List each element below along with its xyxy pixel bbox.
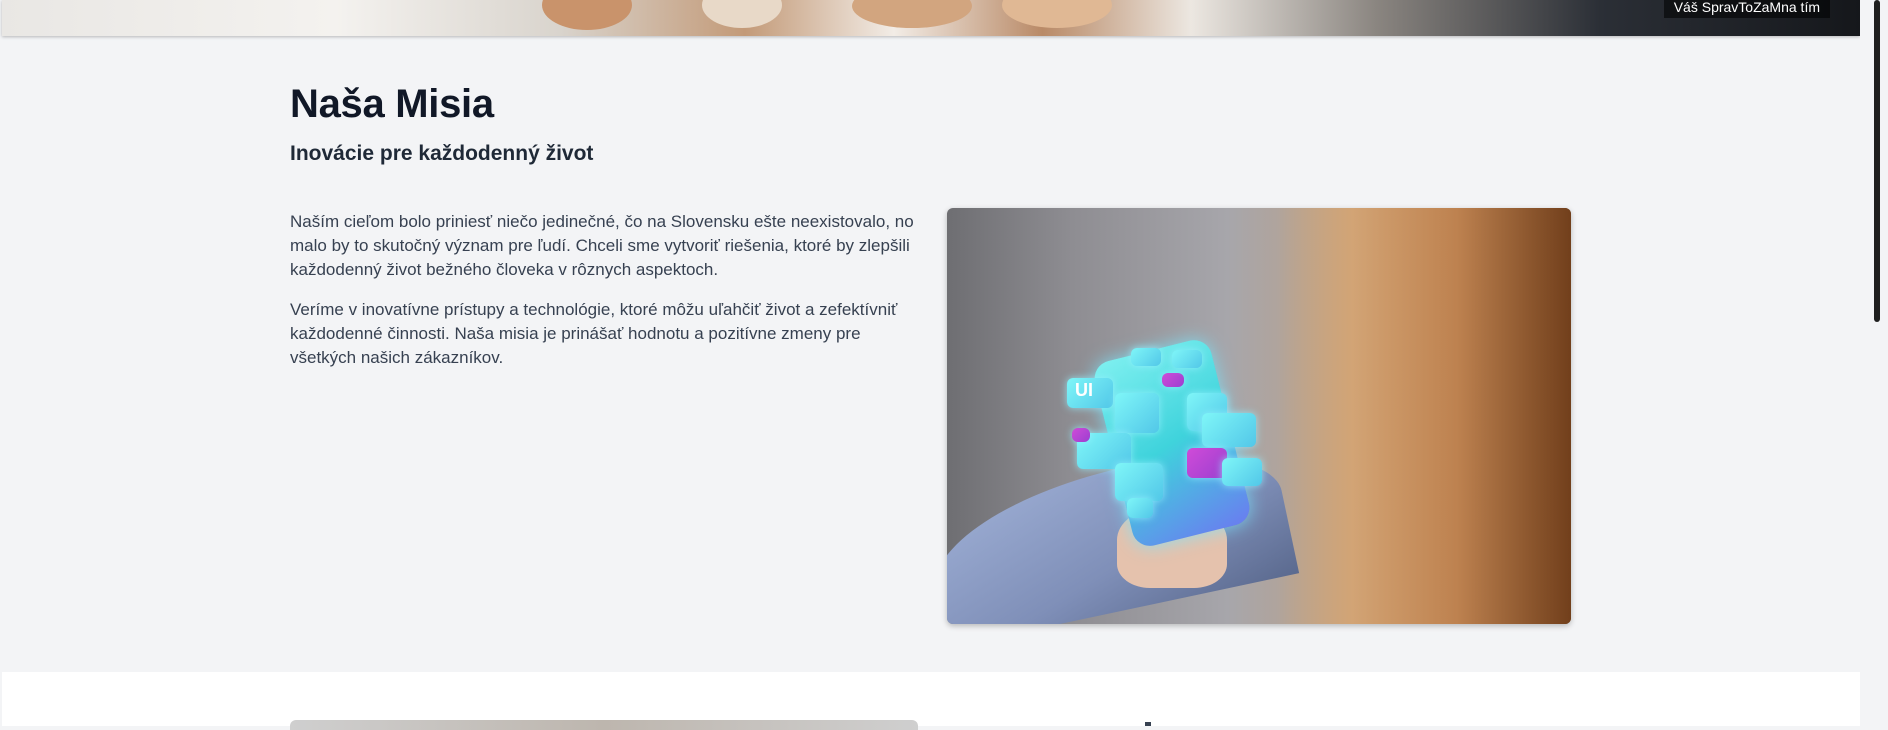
hero-image-strip: Váš SpravToZaMna tím	[2, 0, 1860, 36]
hero-photo-hand	[852, 0, 972, 28]
hero-caption: Váš SpravToZaMna tím	[1663, 0, 1830, 18]
photo-hair	[1277, 208, 1571, 624]
app-tile-icon	[1222, 458, 1262, 486]
ui-tile-label: UI	[1075, 380, 1093, 400]
app-tile-icon	[1072, 428, 1090, 442]
scrollbar-thumb[interactable]	[1874, 0, 1880, 322]
mission-paragraph: Veríme v inovatívne prístupy a technológ…	[290, 300, 898, 367]
app-tile-icon	[1162, 373, 1184, 387]
mission-section: Naša Misia Inovácie pre každodenný život	[290, 80, 1572, 168]
chart-tile-icon	[1115, 463, 1163, 501]
mission-title: Naša Misia	[290, 82, 494, 126]
next-section	[2, 672, 1860, 730]
hero-photo-hand	[1002, 0, 1112, 28]
next-section-image	[290, 720, 918, 730]
document-tile-icon	[1202, 413, 1256, 447]
next-section-text-fragment	[1145, 722, 1151, 726]
app-tile-icon	[1127, 498, 1153, 518]
vertical-scrollbar[interactable]	[1860, 0, 1888, 726]
app-tile-icon	[1172, 350, 1202, 368]
mission-subtitle: Inovácie pre každodenný život	[290, 142, 594, 165]
hero-photo-hand	[702, 0, 782, 28]
user-tile-icon	[1115, 393, 1159, 433]
hero-photo-hand	[542, 0, 632, 30]
mission-image: UI	[947, 208, 1571, 624]
app-tile-icon	[1131, 348, 1161, 366]
mission-text: Naším cieľom bolo priniesť niečo jedineč…	[290, 210, 920, 386]
mission-paragraph: Naším cieľom bolo priniesť niečo jedineč…	[290, 212, 914, 279]
cursor-tile-icon	[1187, 448, 1227, 478]
